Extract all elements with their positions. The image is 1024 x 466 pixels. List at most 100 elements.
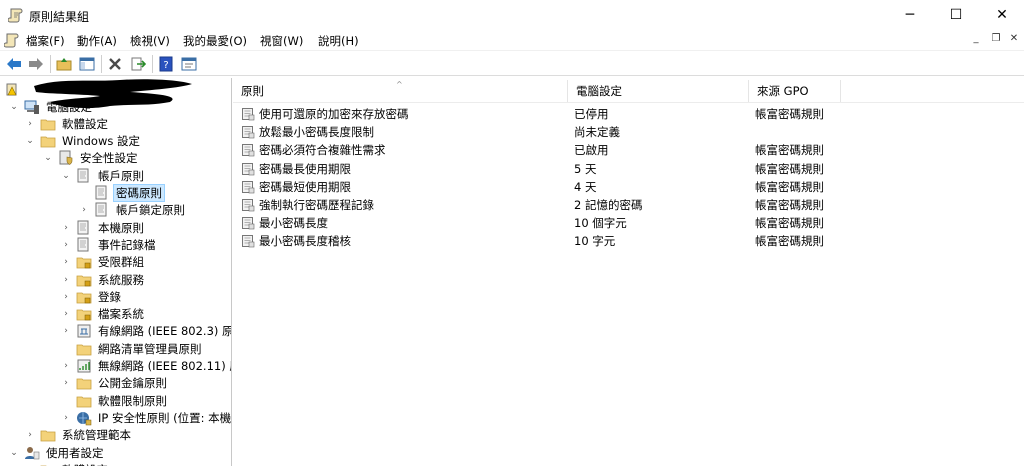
tree-item[interactable]: › 帳戶鎖定原則 xyxy=(78,202,187,219)
tree-item[interactable]: › 登錄 xyxy=(60,288,123,305)
tree-item[interactable]: › IP 安全性原則 (位置: 本機電 xyxy=(60,409,231,426)
expanded-chevron-icon[interactable]: ⌄ xyxy=(42,152,54,164)
locked-folder-icon xyxy=(76,292,92,304)
menu-bar: 檔案(F) 動作(A) 檢視(V) 我的最愛(O) 視窗(W) 說明(H) _ … xyxy=(0,30,1024,50)
menu-favorites[interactable]: 我的最愛(O) xyxy=(183,33,247,49)
maximize-button[interactable]: ☐ xyxy=(933,0,979,30)
table-row[interactable]: 最小密碼長度稽核 10 字元 帳富密碼規則 xyxy=(233,232,833,250)
tree-root-row[interactable] xyxy=(4,81,24,98)
results-pane: 原則 ^ 電腦設定 來源 GPO 使用可還原的加密來存放密碼 已停用 帳富密碼規則放… xyxy=(233,78,1024,466)
toolbar: ? xyxy=(0,50,1024,76)
child-close-button[interactable]: ✕ xyxy=(1006,33,1022,47)
expanded-chevron-icon[interactable]: ⌄ xyxy=(8,447,20,459)
table-row[interactable]: 使用可還原的加密來存放密碼 已停用 帳富密碼規則 xyxy=(233,105,833,123)
child-minimize-button[interactable]: _ xyxy=(968,33,984,47)
menu-window[interactable]: 視窗(W) xyxy=(260,33,303,49)
policy-cell: 放鬆最小密碼長度限制 xyxy=(241,123,374,141)
source-gpo-cell: 帳富密碼規則 xyxy=(755,179,824,194)
policy-name: 密碼最長使用期限 xyxy=(259,161,351,176)
tree-item-label: 軟體設定 xyxy=(60,462,110,466)
collapsed-chevron-icon[interactable]: › xyxy=(60,377,72,389)
policy-folder-icon xyxy=(77,168,89,183)
policy-setting-icon xyxy=(242,235,255,248)
collapsed-chevron-icon[interactable]: › xyxy=(60,325,72,337)
close-button[interactable]: ✕ xyxy=(979,0,1024,30)
collapsed-chevron-icon[interactable]: › xyxy=(60,256,72,268)
policy-name: 密碼必須符合複雜性需求 xyxy=(259,143,386,158)
tree-item[interactable]: › 有線網路 (IEEE 802.3) 原則 xyxy=(60,323,232,340)
tree-item[interactable]: ⌄ 帳戶原則 xyxy=(60,167,146,184)
policy-name: 強制執行密碼歷程記錄 xyxy=(259,198,374,212)
column-header-source-gpo[interactable]: 來源 GPO xyxy=(749,80,841,102)
locked-folder-icon xyxy=(76,275,92,286)
warning-scroll-icon xyxy=(6,83,17,95)
folder-icon xyxy=(76,378,92,390)
tree-item[interactable]: › 軟體設定 xyxy=(24,115,110,132)
tree-item[interactable]: › 系統服務 xyxy=(60,271,146,288)
child-restore-button[interactable]: ❐ xyxy=(988,33,1004,47)
tree-item[interactable]: ›軟體設定 xyxy=(24,461,110,466)
collapsed-chevron-icon[interactable]: › xyxy=(60,360,72,372)
folder-icon xyxy=(40,136,56,148)
collapsed-chevron-icon[interactable]: › xyxy=(60,239,72,251)
tree-item[interactable]: ⌄ 使用者設定 xyxy=(8,444,106,461)
policy-cell: 強制執行密碼歷程記錄 xyxy=(241,196,374,214)
table-row[interactable]: 密碼必須符合複雜性需求 已啟用 帳富密碼規則 xyxy=(233,141,833,159)
table-row[interactable]: 密碼最短使用期限 4 天 帳富密碼規則 xyxy=(233,178,833,196)
console-tree[interactable]: ⌄電腦設定›軟體設定⌄Windows 設定⌄安全性設定⌄帳戶原則密碼原則›帳戶鎖… xyxy=(0,78,232,466)
tree-item[interactable]: 密碼原則 xyxy=(78,184,165,202)
collapsed-chevron-icon[interactable]: › xyxy=(60,308,72,320)
collapsed-chevron-icon[interactable]: › xyxy=(60,412,72,424)
forward-arrow-icon[interactable] xyxy=(26,54,46,74)
menu-file[interactable]: 檔案(F) xyxy=(26,33,65,49)
expanded-chevron-icon[interactable]: ⌄ xyxy=(24,135,36,147)
tree-item-label: 本機原則 xyxy=(98,220,144,235)
policy-setting-icon xyxy=(242,199,255,212)
tree-item[interactable]: 軟體限制原則 xyxy=(60,392,169,409)
collapsed-chevron-icon[interactable]: › xyxy=(78,204,90,216)
table-row[interactable]: 密碼最長使用期限 5 天 帳富密碼規則 xyxy=(233,160,833,178)
tree-item-label: 登錄 xyxy=(98,289,121,304)
collapsed-chevron-icon[interactable]: › xyxy=(24,118,36,130)
menu-view[interactable]: 檢視(V) xyxy=(130,33,170,49)
tree-item[interactable]: › 系統管理範本 xyxy=(24,427,133,444)
table-row[interactable]: 強制執行密碼歷程記錄 2 記憶的密碼 帳富密碼規則 xyxy=(233,196,833,214)
up-folder-icon[interactable] xyxy=(54,54,74,74)
column-header-policy[interactable]: 原則 ^ xyxy=(233,80,568,102)
collapsed-chevron-icon[interactable]: › xyxy=(24,429,36,441)
delete-icon[interactable] xyxy=(105,54,125,74)
collapsed-chevron-icon[interactable]: › xyxy=(60,274,72,286)
computer-setting-cell: 已停用 xyxy=(574,107,609,121)
menu-help[interactable]: 說明(H) xyxy=(318,33,359,49)
tree-item-label: 有線網路 (IEEE 802.3) 原則 xyxy=(98,324,232,339)
policy-name: 最小密碼長度稽核 xyxy=(259,234,351,249)
minimize-button[interactable]: ─ xyxy=(887,0,933,30)
tree-item-label: 使用者設定 xyxy=(46,445,104,460)
table-row[interactable]: 最小密碼長度 10 個字元 帳富密碼規則 xyxy=(233,214,833,232)
expanded-chevron-icon[interactable]: ⌄ xyxy=(8,101,20,113)
help-icon[interactable]: ? xyxy=(156,54,176,74)
tree-item[interactable]: › 檔案系統 xyxy=(60,306,146,323)
export-list-icon[interactable] xyxy=(128,54,148,74)
tree-item[interactable]: › 事件記錄檔 xyxy=(60,236,158,253)
table-row[interactable]: 放鬆最小密碼長度限制 尚未定義 xyxy=(233,123,833,141)
tree-item[interactable]: ⌄ 安全性設定 xyxy=(42,150,140,167)
tree-item[interactable]: › 公開金鑰原則 xyxy=(60,375,169,392)
collapsed-chevron-icon[interactable]: › xyxy=(60,291,72,303)
tree-item-label: 軟體設定 xyxy=(62,116,108,131)
tree-item[interactable]: ⌄ Windows 設定 xyxy=(24,133,142,150)
collapsed-chevron-icon[interactable]: › xyxy=(60,222,72,234)
column-header-setting[interactable]: 電腦設定 xyxy=(568,80,749,102)
title-bar: 原則結果組 ─ ☐ ✕ xyxy=(0,0,1024,30)
scroll-menu-icon[interactable] xyxy=(4,32,20,48)
tree-item[interactable]: › 本機原則 xyxy=(60,219,146,236)
tree-item[interactable]: › 受限群組 xyxy=(60,254,146,271)
back-arrow-icon[interactable] xyxy=(4,54,24,74)
menu-action[interactable]: 動作(A) xyxy=(77,33,117,49)
expanded-chevron-icon[interactable]: ⌄ xyxy=(60,170,72,182)
tree-item[interactable]: 網路清單管理員原則 xyxy=(60,340,204,357)
properties-icon[interactable] xyxy=(179,54,199,74)
tree-item[interactable]: › 無線網路 (IEEE 802.11) 原則 xyxy=(60,358,231,375)
show-hide-tree-icon[interactable] xyxy=(77,54,97,74)
scroll-app-icon xyxy=(8,8,23,23)
